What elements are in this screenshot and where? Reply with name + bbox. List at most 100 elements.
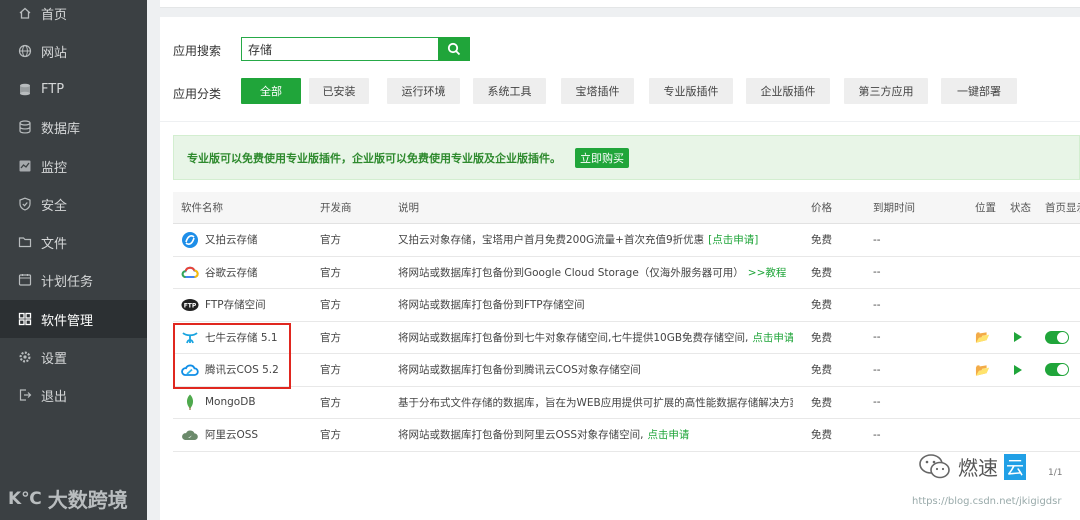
description-cell: 将网站或数据库打包备份到腾讯云COS对象存储空间 — [398, 354, 793, 386]
price: 免费 — [811, 331, 832, 344]
software-name: 又拍云存储 — [205, 234, 258, 247]
developer: 官方 — [320, 396, 341, 409]
aliyun-oss-icon — [181, 426, 199, 444]
sidebar-item-label: 监控 — [41, 160, 68, 176]
category-tab-0[interactable]: 全部 — [241, 78, 301, 104]
sidebar-item-0[interactable]: 首页 — [0, 0, 147, 32]
table-row: FTP FTP存储空间 官方 将网站或数据库打包备份到FTP存储空间 免费 -- — [173, 289, 1080, 322]
search-input[interactable] — [241, 37, 439, 61]
home-display-cell — [1045, 322, 1080, 354]
software-name-cell[interactable]: 谷歌云存储 — [181, 257, 311, 289]
description: 又拍云对象存储，宝塔用户首月免费200G流量+首次充值9折优惠 — [398, 234, 705, 247]
sidebar-item-5[interactable]: 安全 — [0, 185, 147, 223]
table-row: MongoDB 官方 基于分布式文件存储的数据库，旨在为WEB应用提供可扩展的高性能… — [173, 387, 1080, 419]
expire-time: -- — [873, 298, 881, 311]
description-cell: 将网站或数据库打包备份到阿里云OSS对象存储空间, 点击申请 — [398, 419, 793, 451]
category-tab-4[interactable]: 宝塔插件 — [561, 78, 634, 104]
gear-icon — [18, 350, 32, 364]
buy-now-button[interactable]: 立即购买 — [575, 147, 629, 168]
sidebar-item-6[interactable]: 文件 — [0, 223, 147, 261]
software-name-cell[interactable]: 又拍云存储 — [181, 224, 311, 256]
developer: 官方 — [320, 429, 341, 442]
watermark-text: 燃速 — [958, 456, 998, 480]
expire-time: -- — [873, 428, 881, 441]
software-name-cell[interactable]: 七牛云存储 5.1 — [181, 322, 311, 354]
sidebar-item-4[interactable]: 监控 — [0, 147, 147, 185]
play-icon[interactable] — [1014, 364, 1022, 375]
home-display-cell — [1045, 354, 1080, 386]
top-panel — [160, 0, 1080, 8]
software-name: MongoDB — [205, 396, 256, 409]
watermark-url: https://blog.csdn.net/jkigigdsr — [912, 496, 1062, 507]
qiniu-icon — [181, 328, 199, 346]
description: 将网站或数据库打包备份到阿里云OSS对象存储空间, — [398, 429, 644, 442]
ftp-icon — [18, 82, 32, 96]
open-folder-icon[interactable]: 📂 — [975, 363, 990, 377]
notice-text: 专业版可以免费使用专业版插件，企业版可以免费使用专业版及企业版插件。 — [187, 151, 561, 165]
table-row: 谷歌云存储 官方 将网站或数据库打包备份到Google Cloud Storage（… — [173, 257, 1080, 289]
software-name-cell[interactable]: 阿里云OSS — [181, 419, 311, 451]
expire-time: -- — [873, 363, 881, 376]
category-tab-2[interactable]: 运行环境 — [387, 78, 460, 104]
wechat-icon — [919, 453, 950, 478]
sidebar-item-2[interactable]: FTP — [0, 70, 147, 108]
apply-link[interactable]: 点击申请 — [647, 427, 689, 442]
table-row: 又拍云存储 官方 又拍云对象存储，宝塔用户首月免费200G流量+首次充值9折优惠 [点… — [173, 224, 1080, 257]
google-cloud-icon — [181, 263, 199, 281]
position-cell: 📂 — [975, 354, 1001, 386]
software-name: FTP存储空间 — [205, 299, 266, 312]
category-tab-1[interactable]: 已安装 — [309, 78, 369, 104]
description-cell: 将网站或数据库打包备份到Google Cloud Storage（仅海外服务器可… — [398, 257, 793, 289]
brand-text: 大数跨境 — [47, 488, 128, 512]
sidebar-item-7[interactable]: 计划任务 — [0, 261, 147, 299]
category-tab-8[interactable]: 一键部署 — [941, 78, 1017, 104]
pager[interactable]: 1/1 — [1048, 468, 1062, 478]
expire-time: -- — [873, 233, 881, 246]
category-tab-6[interactable]: 企业版插件 — [746, 78, 830, 104]
home-display-toggle[interactable] — [1045, 363, 1069, 377]
price: 免费 — [811, 396, 832, 409]
apply-link[interactable]: 点击申请 — [752, 330, 793, 345]
sidebar-item-9[interactable]: 设置 — [0, 338, 147, 376]
play-icon[interactable] — [1014, 332, 1022, 343]
software-name-cell[interactable]: 腾讯云COS 5.2 — [181, 354, 311, 386]
header-name[interactable]: 软件名称 — [181, 192, 311, 223]
sidebar-item-3[interactable]: 数据库 — [0, 108, 147, 146]
status-cell — [1010, 354, 1036, 386]
description-cell: 将网站或数据库打包备份到七牛对象存储空间,七牛提供10GB免费存储空间, 点击申请 — [398, 322, 793, 354]
category-tab-3[interactable]: 系统工具 — [473, 78, 546, 104]
expire-time: -- — [873, 331, 881, 344]
brand-watermark: K℃ 大数跨境 — [8, 484, 128, 513]
expire-time: -- — [873, 266, 881, 279]
description: 将网站或数据库打包备份到Google Cloud Storage（仅海外服务器可… — [398, 266, 744, 279]
sidebar-item-8[interactable]: 软件管理 — [0, 300, 147, 338]
status-cell — [1010, 322, 1036, 354]
sidebar-item-1[interactable]: 网站 — [0, 32, 147, 70]
search-button[interactable] — [438, 37, 470, 61]
apply-link[interactable]: [点击申请] — [708, 232, 758, 247]
header-status: 状态 — [1010, 202, 1031, 214]
category-tab-7[interactable]: 第三方应用 — [844, 78, 928, 104]
mongodb-leaf-icon — [181, 393, 199, 411]
price: 免费 — [811, 234, 832, 247]
price: 免费 — [811, 364, 832, 377]
open-folder-icon[interactable]: 📂 — [975, 330, 990, 344]
developer: 官方 — [320, 299, 341, 312]
header-expire: 到期时间 — [873, 202, 915, 214]
table-row: 七牛云存储 5.1 官方 将网站或数据库打包备份到七牛对象存储空间,七牛提供10GB… — [173, 322, 1080, 354]
category-tab-5[interactable]: 专业版插件 — [649, 78, 733, 104]
apply-link[interactable]: >>教程 — [748, 265, 787, 280]
shield-icon — [18, 197, 32, 211]
category-label: 应用分类 — [173, 87, 222, 101]
home-display-toggle[interactable] — [1045, 330, 1069, 344]
sidebar-item-label: 首页 — [41, 7, 68, 23]
table-row: 腾讯云COS 5.2 官方 将网站或数据库打包备份到腾讯云COS对象存储空间 免费 --… — [173, 354, 1080, 387]
software-name-cell[interactable]: FTP FTP存储空间 — [181, 289, 311, 321]
description: 基于分布式文件存储的数据库，旨在为WEB应用提供可扩展的高性能数据存储解决方案! — [398, 396, 793, 409]
description: 将网站或数据库打包备份到腾讯云COS对象存储空间 — [398, 364, 641, 377]
sidebar-item-10[interactable]: 退出 — [0, 376, 147, 414]
header-price[interactable]: 价格 — [811, 192, 851, 223]
position-cell: 📂 — [975, 322, 1001, 354]
software-name-cell[interactable]: MongoDB — [181, 387, 311, 419]
ftp-storage-icon: FTP — [181, 296, 199, 314]
